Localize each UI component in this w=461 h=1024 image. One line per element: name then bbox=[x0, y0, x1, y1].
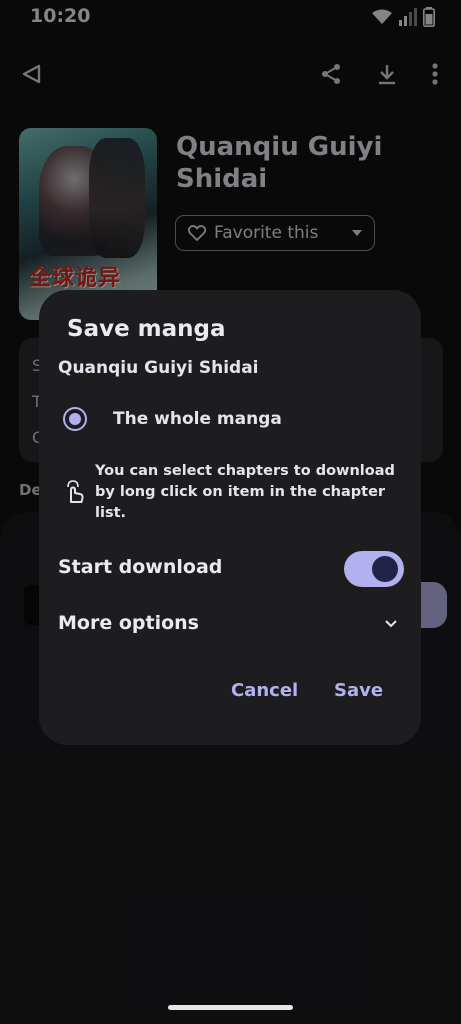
gesture-nav-bar[interactable] bbox=[168, 1005, 293, 1010]
dialog-manga-name: Quanqiu Guiyi Shidai bbox=[58, 358, 259, 378]
save-manga-dialog: Save manga Quanqiu Guiyi Shidai The whol… bbox=[39, 290, 421, 745]
dialog-title: Save manga bbox=[67, 316, 226, 342]
cancel-button[interactable]: Cancel bbox=[223, 676, 306, 705]
radio-selected-icon[interactable] bbox=[63, 407, 87, 431]
switch-knob bbox=[372, 556, 398, 582]
more-options-label[interactable]: More options bbox=[58, 612, 199, 634]
option-whole-manga-label: The whole manga bbox=[113, 409, 282, 429]
start-download-switch[interactable] bbox=[344, 551, 404, 587]
save-button[interactable]: Save bbox=[326, 676, 391, 705]
hint-text: You can select chapters to download by l… bbox=[95, 463, 395, 521]
option-whole-manga[interactable]: The whole manga bbox=[63, 404, 282, 434]
chevron-down-icon[interactable] bbox=[381, 614, 401, 634]
touch-long-press-icon bbox=[67, 480, 84, 503]
start-download-label: Start download bbox=[58, 556, 223, 578]
